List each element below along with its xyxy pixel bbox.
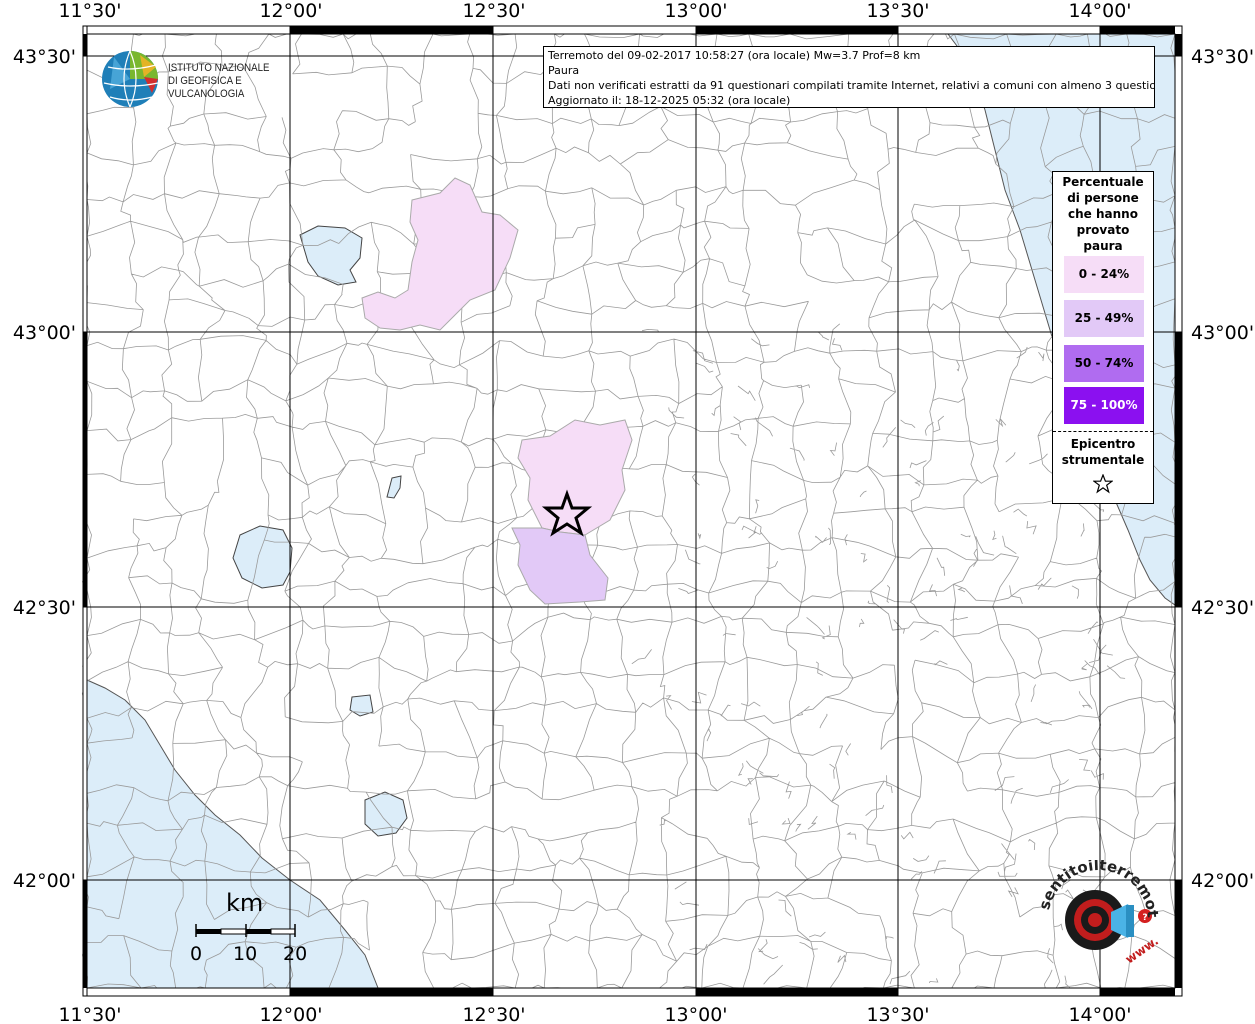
right-label-42-30: 42°30' <box>1191 597 1254 619</box>
legend-title-line: paura <box>1083 239 1123 253</box>
scale-tick-0: 0 <box>190 943 203 965</box>
bottom-coord-labels: 11°30' 12°00' 12°30' 13°00' 13°30' 14°00… <box>58 1004 1131 1024</box>
legend-title: Percentuale di persone che hanno provato… <box>1053 174 1153 254</box>
legend-title-line: di persone <box>1067 191 1139 205</box>
legend-epicenter-title: Epicentro strumentale <box>1053 436 1153 468</box>
ingv-logo: ISTITUTO NAZIONALE DI GEOFISICA E VULCAN… <box>100 47 310 111</box>
left-label-42-00: 42°00' <box>13 870 76 892</box>
left-coord-labels: 43°30' 43°00' 42°30' 42°00' <box>13 46 76 892</box>
scale-tick-20: 20 <box>283 943 308 965</box>
legend-title-line: provato <box>1076 223 1130 237</box>
legend-title-line: Percentuale <box>1062 175 1144 189</box>
sentito-badge[interactable]: ? sentitoilterremoto.it www. <box>1028 846 1163 980</box>
bottom-label-13-00: 13°00' <box>664 1004 727 1024</box>
sentito-logo-icon: ? sentitoilterremoto.it www. <box>1028 846 1162 967</box>
fear-legend: Percentuale di persone che hanno provato… <box>1052 171 1154 504</box>
event-update-time: Aggiornato il: 18-12-2025 05:32 (ora loc… <box>548 94 791 107</box>
globe-icon <box>102 50 159 108</box>
scale-bar: km 0 10 20 <box>180 885 310 975</box>
top-coord-labels: 11°30' 12°00' 12°30' 13°00' 13°30' 14°00… <box>58 0 1131 22</box>
top-label-11-30: 11°30' <box>58 0 121 22</box>
left-label-43-30: 43°30' <box>13 46 76 68</box>
bottom-label-12-00: 12°00' <box>259 1004 322 1024</box>
event-title: Terremoto del 09-02-2017 10:58:27 (ora l… <box>548 49 921 62</box>
event-data-note: Dati non verificati estratti da 91 quest… <box>548 79 1155 92</box>
bottom-label-12-30: 12°30' <box>462 1004 525 1024</box>
event-info-box: Terremoto del 09-02-2017 10:58:27 (ora l… <box>543 46 1155 108</box>
scale-tick-10: 10 <box>233 943 258 965</box>
event-parameter: Paura <box>548 64 580 77</box>
legend-item-50-74: 50 - 74% <box>1064 345 1144 382</box>
legend-item-75-100: 75 - 100% <box>1064 387 1144 424</box>
top-label-12-00: 12°00' <box>259 0 322 22</box>
ingv-text: ISTITUTO NAZIONALE DI GEOFISICA E VULCAN… <box>168 62 293 101</box>
left-label-43-00: 43°00' <box>13 322 76 344</box>
scale-graphic <box>195 924 296 937</box>
left-label-42-30: 42°30' <box>13 597 76 619</box>
top-label-13-00: 13°00' <box>664 0 727 22</box>
top-label-14-00: 14°00' <box>1068 0 1131 22</box>
legend-epicenter-line: strumentale <box>1061 453 1145 467</box>
ingv-line-2: DI GEOFISICA E VULCANOLOGIA <box>168 75 245 100</box>
bottom-label-11-30: 11°30' <box>58 1004 121 1024</box>
legend-title-line: che hanno <box>1068 207 1138 221</box>
top-label-13-30: 13°30' <box>866 0 929 22</box>
legend-separator <box>1053 431 1153 432</box>
legend-star-icon <box>1093 474 1113 494</box>
right-label-43-30: 43°30' <box>1191 46 1254 68</box>
right-label-43-00: 43°00' <box>1191 322 1254 344</box>
top-label-12-30: 12°30' <box>462 0 525 22</box>
badge-www: www. <box>1123 934 1161 967</box>
bottom-label-13-30: 13°30' <box>866 1004 929 1024</box>
legend-item-25-49: 25 - 49% <box>1064 300 1144 337</box>
right-coord-labels: 43°30' 43°00' 42°30' 42°00' <box>1191 46 1254 892</box>
legend-item-0-24: 0 - 24% <box>1064 256 1144 293</box>
ingv-line-1: ISTITUTO NAZIONALE <box>168 62 270 74</box>
bottom-label-14-00: 14°00' <box>1068 1004 1131 1024</box>
legend-epicenter-line: Epicentro <box>1070 437 1136 451</box>
right-label-42-00: 42°00' <box>1191 870 1254 892</box>
